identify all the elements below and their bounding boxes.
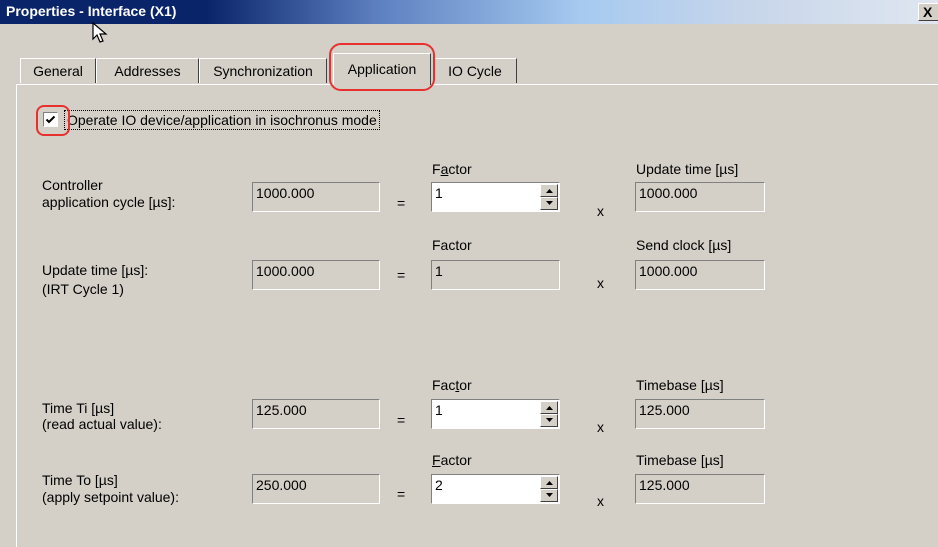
factor-spinner[interactable] xyxy=(540,476,558,502)
equals-sign: = xyxy=(397,486,406,502)
triangle-up-icon xyxy=(546,189,553,193)
triangle-down-icon xyxy=(546,493,553,497)
times-sign: x xyxy=(597,275,604,291)
controller-factor-value: 1 xyxy=(435,185,443,201)
factor-spinner[interactable] xyxy=(540,184,558,210)
close-button[interactable]: X xyxy=(918,3,938,21)
ti-factor-value: 1 xyxy=(435,402,443,418)
factor-header: Factor xyxy=(432,237,472,253)
timebase-header: Timebase [µs] xyxy=(636,452,724,468)
time-ti-label-line1: Time Ti [µs] xyxy=(42,400,115,416)
spinner-down-button[interactable] xyxy=(540,414,558,427)
triangle-up-icon xyxy=(546,481,553,485)
time-to-label-line1: Time To [µs] xyxy=(42,472,118,488)
send-clock-field: 1000.000 xyxy=(635,260,765,290)
ti-factor-input[interactable]: 1 xyxy=(431,399,560,429)
irt-factor-field: 1 xyxy=(431,260,560,290)
spinner-down-button[interactable] xyxy=(540,489,558,502)
update-time-label-line1: Update time [µs]: xyxy=(42,262,149,278)
send-clock-header: Send clock [µs] xyxy=(636,237,732,253)
properties-dialog: Properties - Interface (X1) X General Ad… xyxy=(0,0,938,547)
tab-general[interactable]: General xyxy=(20,58,96,83)
to-factor-input[interactable]: 2 xyxy=(431,474,560,504)
factor-header: Factor xyxy=(432,452,472,468)
triangle-down-icon xyxy=(546,418,553,422)
tab-highlight-annotation xyxy=(329,43,435,91)
spinner-down-button[interactable] xyxy=(540,197,558,210)
controller-cycle-field: 1000.000 xyxy=(252,182,380,212)
time-to-label-line2: (apply setpoint value): xyxy=(42,489,179,505)
controller-cycle-label-line2: application cycle [µs]: xyxy=(42,194,176,210)
times-sign: x xyxy=(597,203,604,219)
tab-addresses[interactable]: Addresses xyxy=(96,58,199,83)
spinner-up-button[interactable] xyxy=(540,401,558,414)
factor-header: Factor xyxy=(432,377,472,393)
timebase-header: Timebase [µs] xyxy=(636,377,724,393)
update-time-field: 1000.000 xyxy=(635,182,765,212)
times-sign: x xyxy=(597,493,604,509)
time-to-field: 250.000 xyxy=(252,474,380,504)
timebase-field: 125.000 xyxy=(635,474,765,504)
update-time-label-line2: (IRT Cycle 1) xyxy=(42,281,124,297)
controller-factor-input[interactable]: 1 xyxy=(431,182,560,212)
times-sign: x xyxy=(597,419,604,435)
to-factor-value: 2 xyxy=(435,477,443,493)
spinner-up-button[interactable] xyxy=(540,184,558,197)
arrow-cursor-icon xyxy=(92,22,108,43)
equals-sign: = xyxy=(397,195,406,211)
window-title: Properties - Interface (X1) xyxy=(6,3,177,19)
controller-cycle-label-line1: Controller xyxy=(42,177,103,193)
time-ti-label-line2: (read actual value): xyxy=(42,416,162,432)
time-ti-field: 125.000 xyxy=(252,399,380,429)
factor-spinner[interactable] xyxy=(540,401,558,427)
factor-header: Factor xyxy=(432,161,472,177)
triangle-up-icon xyxy=(546,406,553,410)
isochronous-checkbox-label[interactable]: Operate IO device/application in isochro… xyxy=(64,110,380,130)
tab-synchronization[interactable]: Synchronization xyxy=(199,58,327,83)
update-time-header: Update time [µs] xyxy=(636,161,739,177)
spinner-up-button[interactable] xyxy=(540,476,558,489)
tab-io-cycle[interactable]: IO Cycle xyxy=(433,58,517,83)
title-bar[interactable]: Properties - Interface (X1) X xyxy=(0,0,938,24)
equals-sign: = xyxy=(397,412,406,428)
checkbox-highlight-annotation xyxy=(36,105,70,136)
update-time-value-field: 1000.000 xyxy=(252,260,380,290)
timebase-field: 125.000 xyxy=(635,399,765,429)
triangle-down-icon xyxy=(546,201,553,205)
equals-sign: = xyxy=(397,267,406,283)
